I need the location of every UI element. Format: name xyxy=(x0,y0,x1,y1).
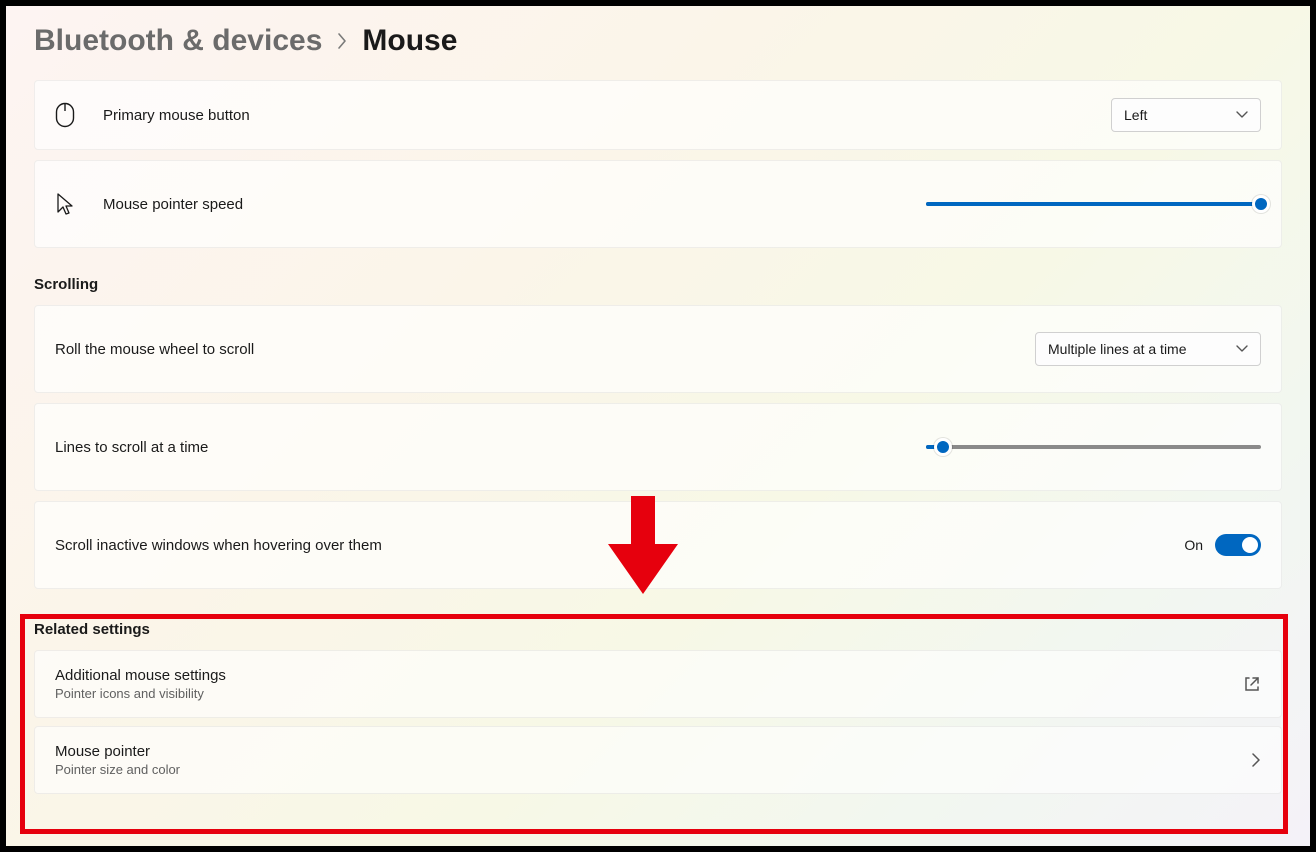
dropdown-value: Multiple lines at a time xyxy=(1048,341,1187,357)
section-title-related: Related settings xyxy=(34,621,1282,638)
chevron-down-icon xyxy=(1236,111,1248,119)
open-external-icon xyxy=(1243,675,1261,693)
slider-track xyxy=(926,445,1261,449)
setting-label: Roll the mouse wheel to scroll xyxy=(55,341,1035,358)
cursor-arrow-icon xyxy=(55,192,75,216)
chevron-down-icon xyxy=(1236,345,1248,353)
slider-thumb[interactable] xyxy=(934,438,952,456)
slider-fill xyxy=(926,202,1261,206)
slider-thumb[interactable] xyxy=(1252,195,1270,213)
mouse-icon xyxy=(55,102,75,128)
page-title: Mouse xyxy=(362,24,457,58)
link-subtitle: Pointer size and color xyxy=(55,762,1251,777)
setting-label: Scroll inactive windows when hovering ov… xyxy=(55,537,1184,554)
pointer-speed-slider[interactable] xyxy=(926,194,1261,214)
setting-scroll-inactive: Scroll inactive windows when hovering ov… xyxy=(34,501,1282,589)
scroll-lines-slider[interactable] xyxy=(926,437,1261,457)
link-title: Mouse pointer xyxy=(55,743,1251,760)
scroll-inactive-toggle[interactable] xyxy=(1215,534,1261,556)
setting-label: Lines to scroll at a time xyxy=(55,439,926,456)
setting-label: Primary mouse button xyxy=(103,107,1111,124)
breadcrumb: Bluetooth & devices Mouse xyxy=(34,24,1282,58)
link-title: Additional mouse settings xyxy=(55,667,1243,684)
setting-primary-mouse-button: Primary mouse button Left xyxy=(34,80,1282,150)
chevron-right-icon xyxy=(1251,752,1261,768)
dropdown-value: Left xyxy=(1124,107,1147,123)
link-subtitle: Pointer icons and visibility xyxy=(55,686,1243,701)
section-title-scrolling: Scrolling xyxy=(34,276,1282,293)
settings-mouse-page: Bluetooth & devices Mouse Primary mouse … xyxy=(6,6,1310,846)
scroll-mode-dropdown[interactable]: Multiple lines at a time xyxy=(1035,332,1261,366)
link-mouse-pointer[interactable]: Mouse pointer Pointer size and color xyxy=(34,726,1282,794)
toggle-state-label: On xyxy=(1184,537,1203,553)
setting-pointer-speed: Mouse pointer speed xyxy=(34,160,1282,248)
toggle-knob xyxy=(1242,537,1258,553)
annotation-highlight-box xyxy=(20,614,1288,834)
primary-button-dropdown[interactable]: Left xyxy=(1111,98,1261,132)
setting-label: Mouse pointer speed xyxy=(103,196,926,213)
chevron-right-icon xyxy=(336,32,348,50)
breadcrumb-parent[interactable]: Bluetooth & devices xyxy=(34,24,322,58)
setting-scroll-mode: Roll the mouse wheel to scroll Multiple … xyxy=(34,305,1282,393)
link-additional-mouse-settings[interactable]: Additional mouse settings Pointer icons … xyxy=(34,650,1282,718)
setting-scroll-lines: Lines to scroll at a time xyxy=(34,403,1282,491)
